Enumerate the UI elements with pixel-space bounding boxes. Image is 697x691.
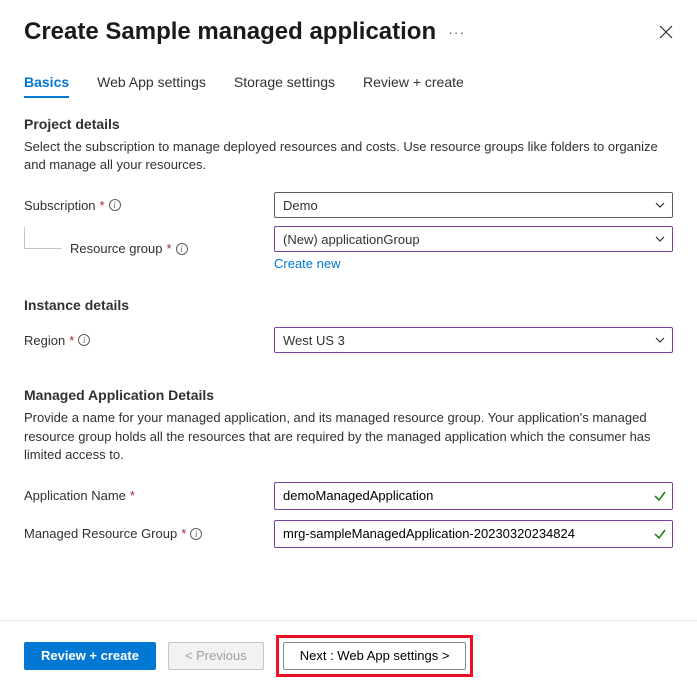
- required-asterisk: *: [69, 333, 74, 348]
- tab-bar: Basics Web App settings Storage settings…: [24, 74, 673, 98]
- managed-resource-group-label: Managed Resource Group * i: [24, 526, 274, 541]
- close-icon[interactable]: [659, 25, 673, 39]
- application-name-input[interactable]: [274, 482, 673, 510]
- check-icon: [653, 489, 667, 503]
- project-details-heading: Project details: [24, 116, 673, 132]
- managed-app-heading: Managed Application Details: [24, 387, 673, 403]
- tab-basics[interactable]: Basics: [24, 74, 69, 98]
- more-actions-icon[interactable]: ···: [448, 24, 465, 40]
- info-icon[interactable]: i: [109, 199, 121, 211]
- region-label: Region * i: [24, 333, 274, 348]
- region-label-text: Region: [24, 333, 65, 348]
- review-create-button[interactable]: Review + create: [24, 642, 156, 670]
- project-details-description: Select the subscription to manage deploy…: [24, 138, 673, 174]
- info-icon[interactable]: i: [176, 243, 188, 255]
- region-value: West US 3: [283, 333, 345, 348]
- indent-marker: [24, 227, 62, 249]
- resource-group-label-text: Resource group: [70, 241, 163, 256]
- create-new-link[interactable]: Create new: [274, 256, 340, 271]
- managed-resource-group-input[interactable]: [274, 520, 673, 548]
- footer-bar: Review + create < Previous Next : Web Ap…: [0, 620, 697, 691]
- previous-button: < Previous: [168, 642, 264, 670]
- resource-group-select[interactable]: (New) applicationGroup: [274, 226, 673, 252]
- highlight-box: Next : Web App settings >: [276, 635, 474, 677]
- managed-app-description: Provide a name for your managed applicat…: [24, 409, 673, 464]
- info-icon[interactable]: i: [78, 334, 90, 346]
- required-asterisk: *: [167, 241, 172, 256]
- subscription-label: Subscription * i: [24, 198, 274, 213]
- required-asterisk: *: [181, 526, 186, 541]
- managed-resource-group-label-text: Managed Resource Group: [24, 526, 177, 541]
- tab-review-create[interactable]: Review + create: [363, 74, 464, 98]
- tab-storage-settings[interactable]: Storage settings: [234, 74, 335, 98]
- chevron-down-icon: [654, 233, 666, 245]
- info-icon[interactable]: i: [190, 528, 202, 540]
- tab-web-app-settings[interactable]: Web App settings: [97, 74, 206, 98]
- application-name-label-text: Application Name: [24, 488, 126, 503]
- check-icon: [653, 527, 667, 541]
- resource-group-label: Resource group * i: [70, 241, 188, 256]
- subscription-value: Demo: [283, 198, 318, 213]
- application-name-label: Application Name *: [24, 488, 274, 503]
- page-title: Create Sample managed application: [24, 18, 436, 46]
- required-asterisk: *: [130, 488, 135, 503]
- instance-details-heading: Instance details: [24, 297, 673, 313]
- subscription-select[interactable]: Demo: [274, 192, 673, 218]
- next-button[interactable]: Next : Web App settings >: [283, 642, 467, 670]
- resource-group-value: (New) applicationGroup: [283, 232, 420, 247]
- subscription-label-text: Subscription: [24, 198, 96, 213]
- region-select[interactable]: West US 3: [274, 327, 673, 353]
- required-asterisk: *: [100, 198, 105, 213]
- chevron-down-icon: [654, 199, 666, 211]
- panel-header: Create Sample managed application ···: [24, 18, 673, 46]
- chevron-down-icon: [654, 334, 666, 346]
